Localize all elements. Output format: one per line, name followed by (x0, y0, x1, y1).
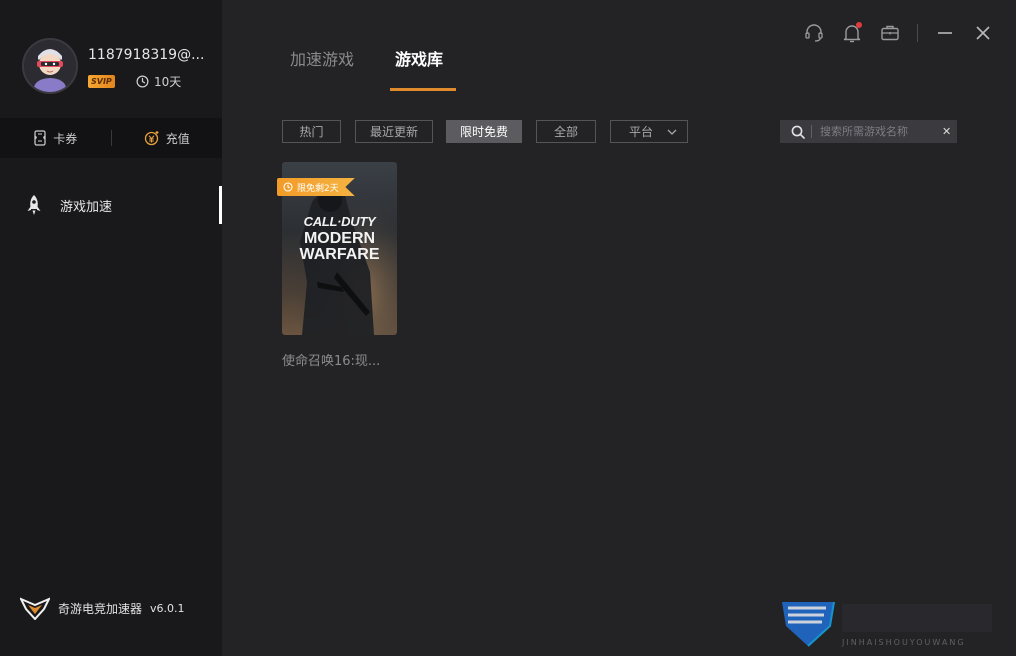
wallet-bar: 卡券 充值 (0, 118, 222, 158)
minimize-button[interactable] (934, 22, 956, 44)
watermark-logo-icon (782, 601, 835, 647)
tab-accelerated-games[interactable]: 加速游戏 (290, 46, 354, 70)
svip-badge: SVIP (88, 75, 115, 88)
filter-limited-free[interactable]: 限时免费 (446, 120, 522, 143)
search-icon[interactable] (791, 125, 805, 139)
recharge-label: 充值 (165, 131, 190, 146)
coupon-label: 卡券 (53, 131, 78, 146)
notifications-button[interactable] (841, 22, 863, 44)
game-title: 使命召唤16:现... (282, 354, 381, 369)
sidebar-item-label: 游戏加速 (60, 199, 113, 215)
clear-search-button[interactable]: ✕ (942, 125, 951, 138)
brand: 奇游电竞加速器 v6.0.1 (20, 596, 185, 620)
app-version: v6.0.1 (150, 601, 185, 615)
user-profile[interactable]: 1187918319@... SVIP 10天 (22, 38, 212, 94)
rocket-icon (27, 195, 41, 215)
close-button[interactable] (972, 22, 994, 44)
customer-service-button[interactable] (803, 22, 825, 44)
search-divider (811, 125, 812, 138)
clock-icon (136, 75, 149, 87)
game-search-box: ✕ (780, 120, 957, 143)
toolbox-button[interactable] (879, 22, 901, 44)
chevron-down-icon (667, 129, 677, 135)
briefcase-icon (881, 25, 899, 41)
limited-free-tag-text: 限免剩2天 (297, 183, 339, 194)
filter-recently-updated[interactable]: 最近更新 (355, 120, 433, 143)
limited-free-tag: 限免剩2天 (277, 178, 355, 196)
brand-name: 奇游电竞加速器 (58, 601, 143, 616)
tab-active-underline (390, 88, 456, 91)
watermark-glyphs (842, 604, 992, 632)
platform-label: 平台 (629, 125, 654, 139)
coupon-icon (34, 130, 46, 146)
cover-title-line-3: WARFARE (299, 246, 380, 263)
username: 1187918319@... (88, 47, 205, 63)
watermark: JINHAISHOUYOUWANG (778, 598, 1004, 654)
filter-hot[interactable]: 热门 (282, 120, 341, 143)
window-controls (787, 22, 994, 44)
window-controls-divider (917, 24, 918, 42)
timer-icon (283, 182, 293, 192)
avatar[interactable] (22, 38, 78, 94)
filter-platform-dropdown[interactable]: 平台 (610, 120, 688, 143)
game-card[interactable]: CALL·DUTY MODERN WARFARE 限免剩2天 使命召唤16:现.… (277, 162, 397, 372)
sidebar: 1187918319@... SVIP 10天 卡券 充值 游戏加速 奇游电竞加… (0, 0, 222, 656)
recharge-button[interactable]: 充值 (112, 130, 223, 147)
notification-dot (856, 22, 862, 28)
coupon-button[interactable]: 卡券 (0, 130, 111, 147)
brand-logo-icon (20, 597, 50, 620)
days-remaining: 10天 (154, 74, 182, 89)
sidebar-item-game-acceleration[interactable]: 游戏加速 (0, 186, 222, 224)
active-indicator (219, 186, 222, 224)
close-icon (976, 26, 990, 40)
recharge-coin-icon (144, 131, 159, 146)
membership-days: 10天 (136, 72, 181, 90)
filter-all[interactable]: 全部 (536, 120, 596, 143)
watermark-text: JINHAISHOUYOUWANG (842, 638, 966, 647)
headset-icon (805, 24, 823, 42)
tab-game-library[interactable]: 游戏库 (395, 46, 443, 70)
minimize-icon (938, 32, 952, 34)
search-input[interactable] (820, 125, 938, 138)
cover-title-line-1: CALL·DUTY (303, 214, 376, 229)
